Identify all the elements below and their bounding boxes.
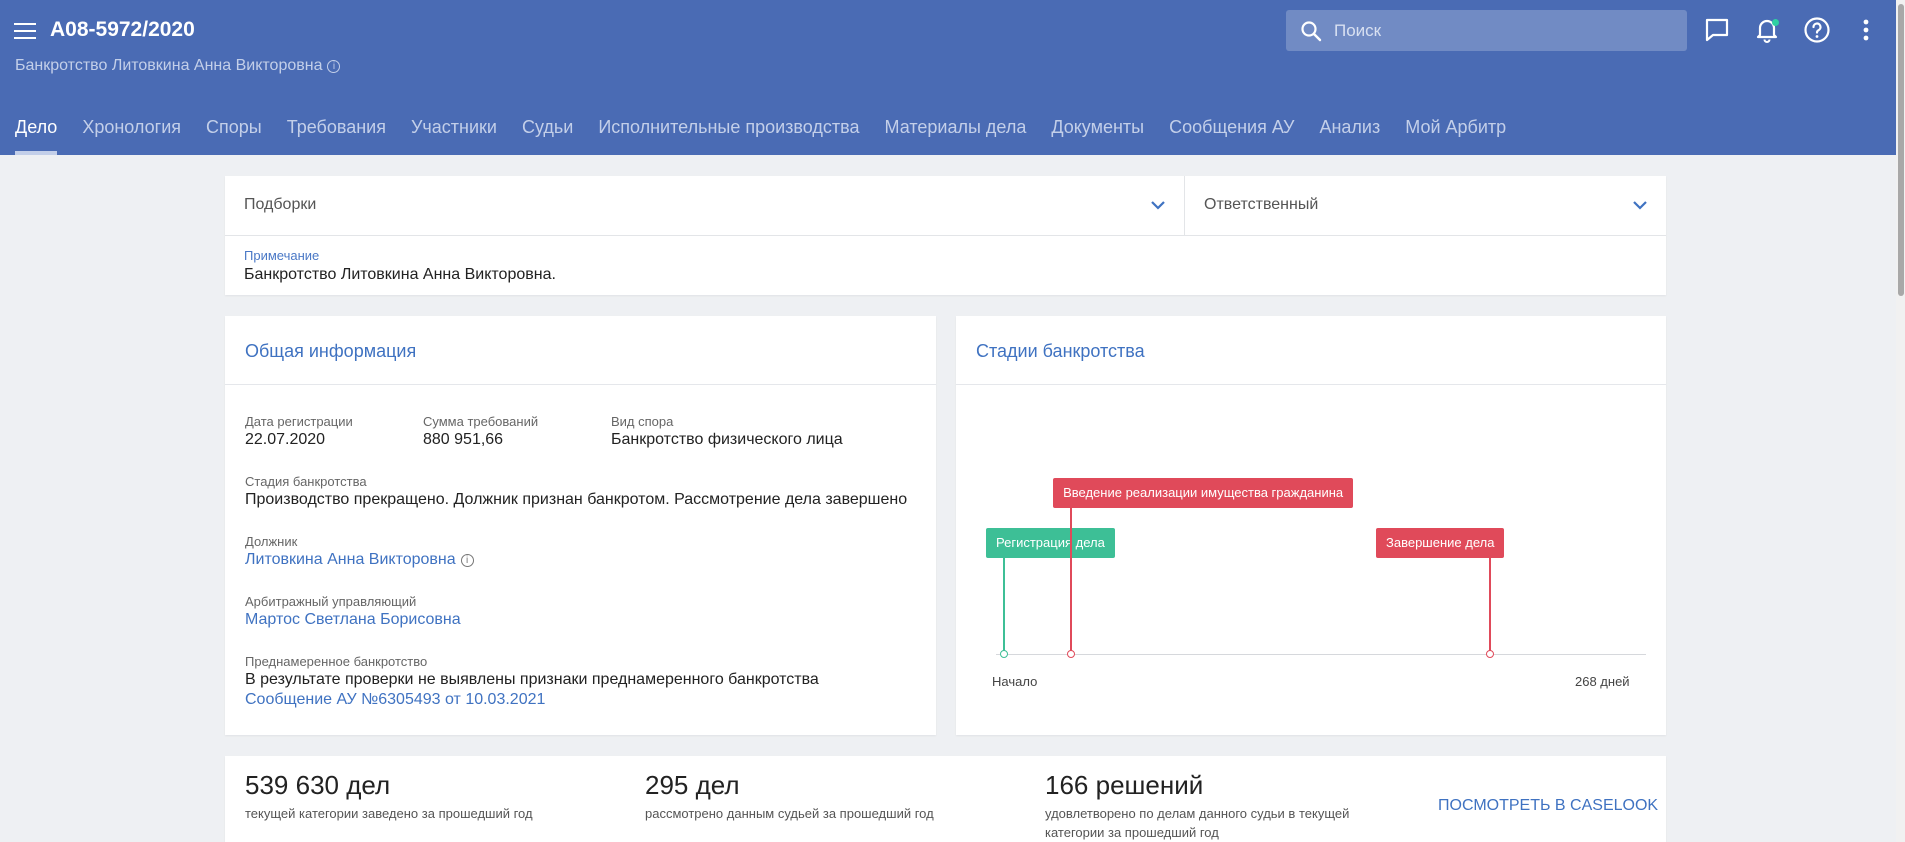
tab-enforcement[interactable]: Исполнительные производства xyxy=(598,112,859,155)
filters-card: Подборки Ответственный Примечание Банкро… xyxy=(225,176,1666,295)
menu-icon[interactable] xyxy=(14,20,36,42)
scrollbar[interactable] xyxy=(1896,0,1905,842)
stages-card: Стадии банкротства Регистрация дела Введе… xyxy=(956,316,1666,735)
timeline-stem xyxy=(1070,508,1073,654)
case-number: А08-5972/2020 xyxy=(50,18,195,41)
tab-analysis[interactable]: Анализ xyxy=(1319,112,1380,155)
stat-cases-count: 539 630 дел xyxy=(245,770,391,800)
timeline-node xyxy=(1486,650,1494,658)
note-label: Примечание xyxy=(244,248,320,263)
stat-decisions-desc: удовлетворено по делам данного судьи в т… xyxy=(1045,806,1350,840)
tab-judges[interactable]: Судьи xyxy=(522,112,573,155)
chat-icon[interactable] xyxy=(1704,17,1730,43)
search-input[interactable] xyxy=(1334,10,1674,51)
main-nav: Дело Хронология Споры Требования Участники Су… xyxy=(0,112,1516,155)
tab-au-messages[interactable]: Сообщения АУ xyxy=(1169,112,1294,155)
timeline-event-tag[interactable]: Завершение дела xyxy=(1376,528,1505,558)
timeline-event-tag[interactable]: Регистрация дела xyxy=(986,528,1115,558)
debtor-label: Должник xyxy=(245,534,298,549)
tab-case[interactable]: Дело xyxy=(15,112,58,155)
info-icon[interactable]: i xyxy=(327,60,341,73)
stat-decisions-count: 166 решений xyxy=(1045,770,1204,800)
divider xyxy=(225,384,936,385)
search-box[interactable] xyxy=(1286,10,1687,51)
timeline-stem xyxy=(1489,558,1491,654)
dispute-type-label: Вид спора xyxy=(611,414,674,429)
chevron-down-icon xyxy=(1151,201,1165,210)
responsible-dropdown[interactable]: Ответственный xyxy=(1185,176,1666,235)
timeline-node xyxy=(1000,650,1008,658)
timeline-event-tag[interactable]: Введение реализации имущества гражданина xyxy=(1053,478,1354,508)
notification-dot xyxy=(1772,19,1779,26)
stat-judge-cases-desc: рассмотрено данным судьей за прошедший г… xyxy=(645,806,934,821)
card-title: Стадии банкротства xyxy=(976,341,1145,361)
timeline-start-label: Начало xyxy=(992,674,1038,689)
tab-documents[interactable]: Документы xyxy=(1051,112,1144,155)
app-header: А08-5972/2020 Банкротство Литовкина Анна… xyxy=(0,0,1896,155)
reg-date-label: Дата регистрации xyxy=(245,414,353,429)
debtor-name: Литовкина Анна Викторовна xyxy=(245,551,456,568)
claims-sum-label: Сумма требований xyxy=(423,414,539,429)
manager-label: Арбитражный управляющий xyxy=(245,594,417,609)
chevron-down-icon xyxy=(1633,201,1647,210)
timeline-stem xyxy=(1003,558,1005,654)
timeline-end-label: 268 дней xyxy=(1575,674,1630,689)
stat-cases-desc: текущей категории заведено за прошедший … xyxy=(245,806,533,821)
timeline-node xyxy=(1067,650,1076,658)
tab-case-materials[interactable]: Материалы дела xyxy=(885,112,1027,155)
scroll-thumb[interactable] xyxy=(1898,4,1904,296)
divider xyxy=(956,384,1666,385)
collections-label: Подборки xyxy=(244,196,317,213)
tab-participants[interactable]: Участники xyxy=(411,112,497,155)
tab-claims[interactable]: Требования xyxy=(287,112,386,155)
tab-chronology[interactable]: Хронология xyxy=(82,112,181,155)
note-text[interactable]: Банкротство Литовкина Анна Викторовна. xyxy=(244,266,556,284)
case-subtitle: Банкротство Литовкина Анна Викторовна i xyxy=(15,57,341,75)
responsible-label: Ответственный xyxy=(1204,196,1319,213)
debtor-link[interactable]: Литовкина Анна Викторовна i xyxy=(245,551,474,569)
timeline-axis xyxy=(996,654,1646,655)
reg-date-value: 22.07.2020 xyxy=(245,431,326,448)
info-icon[interactable]: i xyxy=(460,554,474,567)
general-info-card: Общая информация Дата регистрации 22.07.… xyxy=(225,316,936,735)
caselook-link[interactable]: ПОСМОТРЕТЬ В CASELOOK xyxy=(1438,797,1658,815)
more-vert-icon[interactable] xyxy=(1856,18,1876,42)
stats-card: 539 630 дел текущей категории заведено з… xyxy=(225,756,1666,842)
stat-judge-cases-count: 295 дел xyxy=(645,770,740,800)
dispute-type-value: Банкротство физического лица xyxy=(611,431,843,448)
collections-dropdown[interactable]: Подборки xyxy=(225,176,1185,235)
help-icon[interactable] xyxy=(1803,16,1831,44)
deliberate-text: В результате проверки не выявлены призна… xyxy=(245,671,819,688)
search-icon xyxy=(1301,21,1322,42)
tab-my-arbitr[interactable]: Мой Арбитр xyxy=(1405,112,1506,155)
manager-link[interactable]: Мартос Светлана Борисовна xyxy=(245,611,461,629)
card-title: Общая информация xyxy=(245,341,417,361)
stage-value: Производство прекращено. Должник признан… xyxy=(245,491,908,508)
divider xyxy=(225,235,1666,236)
deliberate-label: Преднамеренное банкротство xyxy=(245,654,428,669)
au-message-link[interactable]: Сообщение АУ №6305493 от 10.03.2021 xyxy=(245,691,545,709)
stage-label: Стадия банкротства xyxy=(245,474,367,489)
claims-sum-value: 880 951,66 xyxy=(423,431,504,448)
tab-disputes[interactable]: Споры xyxy=(206,112,262,155)
case-subtitle-text: Банкротство Литовкина Анна Викторовна xyxy=(15,57,323,74)
